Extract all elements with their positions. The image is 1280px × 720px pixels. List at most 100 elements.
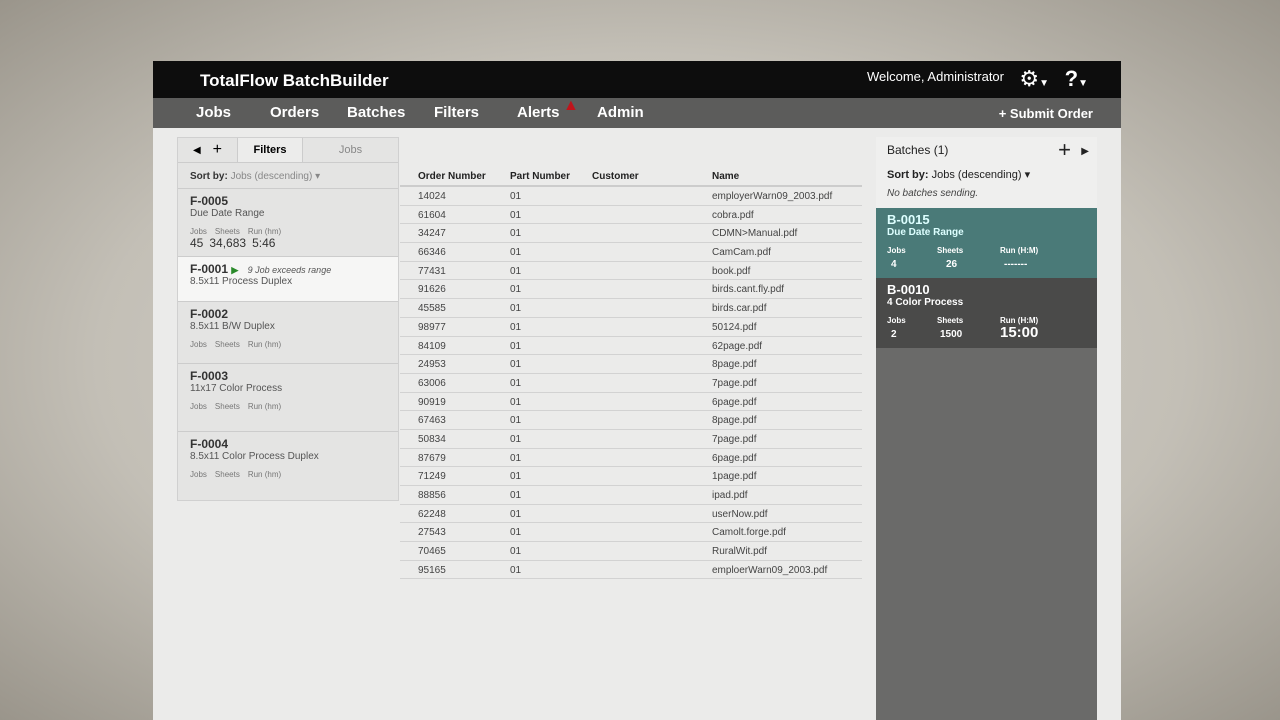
table-header: Order Number Part Number Customer Name	[400, 167, 862, 187]
filter-card[interactable]: F-0002 8.5x11 B/W Duplex Jobs Sheets Run (…	[178, 301, 398, 363]
cell-order-number: 84109	[418, 340, 446, 352]
sheets-label: Sheets	[214, 470, 240, 479]
cell-part-number: 01	[510, 508, 522, 520]
jobs-label: Jobs	[190, 470, 207, 479]
cell-name: RuralWit.pdf	[712, 546, 768, 558]
cell-order-number: 50834	[418, 433, 446, 445]
table-row[interactable]: 71249 01 1page.pdf	[400, 467, 862, 486]
filter-name: 8.5x11 Process Duplex	[190, 276, 293, 287]
forward-arrow-icon[interactable]: ▶	[1081, 146, 1089, 157]
table-row[interactable]: 90919 01 6page.pdf	[400, 393, 862, 412]
add-batch-icon[interactable]: +	[1058, 137, 1071, 163]
cell-part-number: 01	[510, 284, 522, 296]
table-row[interactable]: 84109 01 62page.pdf	[400, 337, 862, 356]
table-row[interactable]: 14024 01 employerWarn09_2003.pdf	[400, 187, 862, 206]
nav-batches[interactable]: Batches	[347, 104, 405, 121]
sort-value: Jobs (descending)	[230, 171, 313, 182]
table-row[interactable]: 62248 01 userNow.pdf	[400, 505, 862, 524]
cell-part-number: 01	[510, 303, 522, 315]
main-nav: Jobs Orders Batches Filters Alerts ▲ Adm…	[153, 97, 1121, 128]
table-row[interactable]: 87679 01 6page.pdf	[400, 449, 862, 468]
table-row[interactable]: 63006 01 7page.pdf	[400, 374, 862, 393]
header: TotalFlow BatchBuilder Welcome, Administ…	[153, 61, 1121, 98]
column-name[interactable]: Name	[712, 171, 739, 182]
table-row[interactable]: 98977 01 50124.pdf	[400, 318, 862, 337]
sheets-label: Sheets	[937, 316, 964, 325]
run-value: -------	[1004, 259, 1028, 270]
cell-part-number: 01	[510, 247, 522, 259]
cell-name: 50124.pdf	[712, 321, 757, 333]
filter-sort[interactable]: Sort by: Jobs (descending) ▾	[178, 163, 398, 188]
nav-filters[interactable]: Filters	[434, 104, 479, 121]
batch-status: No batches sending.	[887, 188, 979, 199]
cell-order-number: 77431	[418, 265, 446, 277]
filter-card[interactable]: F-0005 Due Date Range Jobs Sheets Run (hm)…	[178, 188, 398, 256]
sheets-value: 1500	[940, 329, 963, 340]
nav-jobs[interactable]: Jobs	[196, 104, 231, 121]
back-arrow-icon[interactable]: ◀	[193, 145, 201, 156]
cell-part-number: 01	[510, 546, 522, 558]
nav-admin[interactable]: Admin	[597, 104, 644, 121]
batch-card[interactable]: B-0015 Due Date Range Jobs Sheets Run (H…	[876, 208, 1097, 278]
table-row[interactable]: 67463 01 8page.pdf	[400, 411, 862, 430]
batch-name: Due Date Range	[887, 227, 964, 238]
sheets-label: Sheets	[214, 402, 240, 411]
table-row[interactable]: 88856 01 ipad.pdf	[400, 486, 862, 505]
help-icon[interactable]: ?▼	[1065, 66, 1088, 92]
cell-order-number: 63006	[418, 377, 446, 389]
tab-filters[interactable]: Filters	[238, 138, 302, 162]
filter-card[interactable]: F-0004 8.5x11 Color Process Duplex Jobs S…	[178, 431, 398, 499]
add-icon[interactable]: +	[213, 141, 222, 159]
column-order-number[interactable]: Order Number	[418, 171, 486, 182]
table-row[interactable]: 77431 01 book.pdf	[400, 262, 862, 281]
cell-name: 8page.pdf	[712, 359, 757, 371]
filter-name: 11x17 Color Process	[190, 383, 283, 394]
app-window: TotalFlow BatchBuilder Welcome, Administ…	[153, 61, 1121, 720]
nav-alerts[interactable]: Alerts	[517, 104, 560, 121]
cell-part-number: 01	[510, 377, 522, 389]
table-row[interactable]: 27543 01 Camolt.forge.pdf	[400, 523, 862, 543]
table-row[interactable]: 95165 01 emploerWarn09_2003.pdf	[400, 561, 862, 580]
cell-name: ipad.pdf	[712, 490, 748, 501]
run-label: Run (hm)	[247, 402, 282, 411]
batch-card[interactable]: B-0010 4 Color Process Jobs Sheets Run (…	[876, 278, 1097, 348]
cell-name: 62page.pdf	[712, 340, 763, 352]
table-row[interactable]: 66346 01 CamCam.pdf	[400, 243, 862, 262]
jobs-label: Jobs	[190, 340, 207, 349]
table-row[interactable]: 24953 01 8page.pdf	[400, 355, 862, 374]
filter-name: 8.5x11 B/W Duplex	[190, 321, 275, 332]
submit-order-button[interactable]: + Submit Order	[999, 106, 1093, 121]
cell-order-number: 70465	[418, 546, 446, 558]
cell-name: 1page.pdf	[712, 471, 757, 483]
cell-name: userNow.pdf	[712, 508, 768, 520]
sheets-label: Sheets	[937, 246, 964, 255]
sheets-label: Sheets	[214, 340, 240, 349]
cell-name: 7page.pdf	[712, 377, 757, 389]
table-row[interactable]: 91626 01 birds.cant.fly.pdf	[400, 280, 862, 300]
sheets-label: Sheets	[214, 227, 240, 236]
tab-jobs[interactable]: Jobs	[302, 138, 398, 162]
sort-value: Jobs (descending)	[931, 169, 1022, 181]
table-row[interactable]: 45585 01 birds.car.pdf	[400, 299, 862, 318]
nav-orders[interactable]: Orders	[270, 104, 319, 121]
run-value: 15:00	[1000, 324, 1039, 341]
column-customer[interactable]: Customer	[592, 171, 639, 182]
filter-card[interactable]: F-0003 11x17 Color Process Jobs Sheets Run…	[178, 363, 398, 431]
cell-part-number: 01	[510, 228, 522, 240]
run-label: Run (hm)	[247, 227, 282, 236]
table-row[interactable]: 34247 01 CDMN>Manual.pdf	[400, 224, 862, 244]
cell-order-number: 27543	[418, 527, 446, 539]
filter-card[interactable]: F-0001 ▶ 9 Job exceeds range 8.5x11 Proc…	[178, 256, 398, 301]
cell-order-number: 95165	[418, 564, 446, 576]
batch-sort[interactable]: Sort by: Jobs (descending) ▾	[887, 168, 1030, 181]
orders-table: Order Number Part Number Customer Name 1…	[400, 167, 862, 580]
column-part-number[interactable]: Part Number	[510, 171, 570, 182]
table-row[interactable]: 50834 01 7page.pdf	[400, 430, 862, 449]
batch-id: B-0010	[887, 282, 930, 297]
cell-order-number: 71249	[418, 471, 446, 483]
jobs-label: Jobs	[887, 246, 906, 255]
table-row[interactable]: 70465 01 RuralWit.pdf	[400, 542, 862, 561]
table-row[interactable]: 61604 01 cobra.pdf	[400, 206, 862, 225]
cell-name: CamCam.pdf	[712, 247, 771, 259]
gear-icon[interactable]: ⚙▼	[1019, 66, 1049, 92]
